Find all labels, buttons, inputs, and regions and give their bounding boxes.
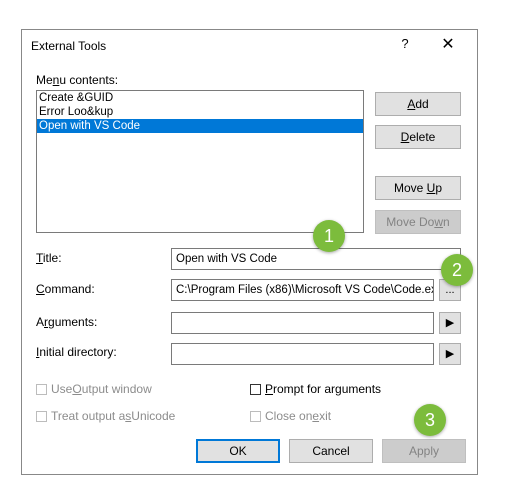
cancel-button[interactable]: Cancel	[289, 439, 373, 463]
prompt-for-arguments-option[interactable]: Prompt for arguments	[250, 382, 381, 396]
command-label: Command:	[36, 282, 95, 296]
arguments-input[interactable]	[171, 312, 434, 334]
initial-directory-label: Initial directory:	[36, 345, 117, 359]
command-input[interactable]: C:\Program Files (x86)\Microsoft VS Code…	[171, 279, 434, 301]
title-label: Title:	[36, 251, 62, 265]
delete-button[interactable]: Delete	[375, 125, 461, 149]
treat-output-unicode-option[interactable]: Treat output as Unicode	[36, 409, 175, 423]
initial-directory-arrow-icon[interactable]: ▶	[439, 343, 461, 365]
move-up-button[interactable]: Move Up	[375, 176, 461, 200]
prompt-for-arguments-checkbox[interactable]	[250, 383, 261, 395]
callout-3-badge: 3	[414, 404, 446, 436]
help-button[interactable]: ?	[395, 36, 415, 54]
move-down-button[interactable]: Move Down	[375, 210, 461, 234]
list-item-open-vs-code[interactable]: Open with VS Code	[37, 119, 363, 133]
dialog-title: External Tools	[31, 39, 107, 53]
close-on-exit-checkbox[interactable]	[250, 410, 261, 422]
ok-button[interactable]: OK	[196, 439, 280, 463]
list-item-error-lookup[interactable]: Error Loo&kup	[37, 105, 363, 119]
close-on-exit-option[interactable]: Close on e xit	[250, 409, 331, 423]
callout-2-badge: 2	[441, 254, 473, 286]
external-tools-dialog: External Tools ? ✕ Menu contents: Create…	[21, 29, 478, 475]
callout-1-badge: 1	[313, 220, 345, 252]
add-button[interactable]: Add	[375, 92, 461, 116]
use-output-window-checkbox[interactable]	[36, 383, 47, 395]
use-output-window-option[interactable]: Use Output window	[36, 382, 152, 396]
menu-contents-list[interactable]: Create &GUID Error Loo&kup Open with VS …	[36, 90, 364, 233]
apply-button[interactable]: Apply	[382, 439, 466, 463]
treat-output-unicode-checkbox[interactable]	[36, 410, 47, 422]
initial-directory-input[interactable]	[171, 343, 434, 365]
menu-contents-label: Menu contents:	[36, 73, 119, 87]
close-icon[interactable]: ✕	[437, 34, 459, 54]
arguments-arrow-icon[interactable]: ▶	[439, 312, 461, 334]
list-item-create-guid[interactable]: Create &GUID	[37, 91, 363, 105]
title-input[interactable]: Open with VS Code	[171, 248, 461, 270]
arguments-label: Arguments:	[36, 315, 98, 329]
